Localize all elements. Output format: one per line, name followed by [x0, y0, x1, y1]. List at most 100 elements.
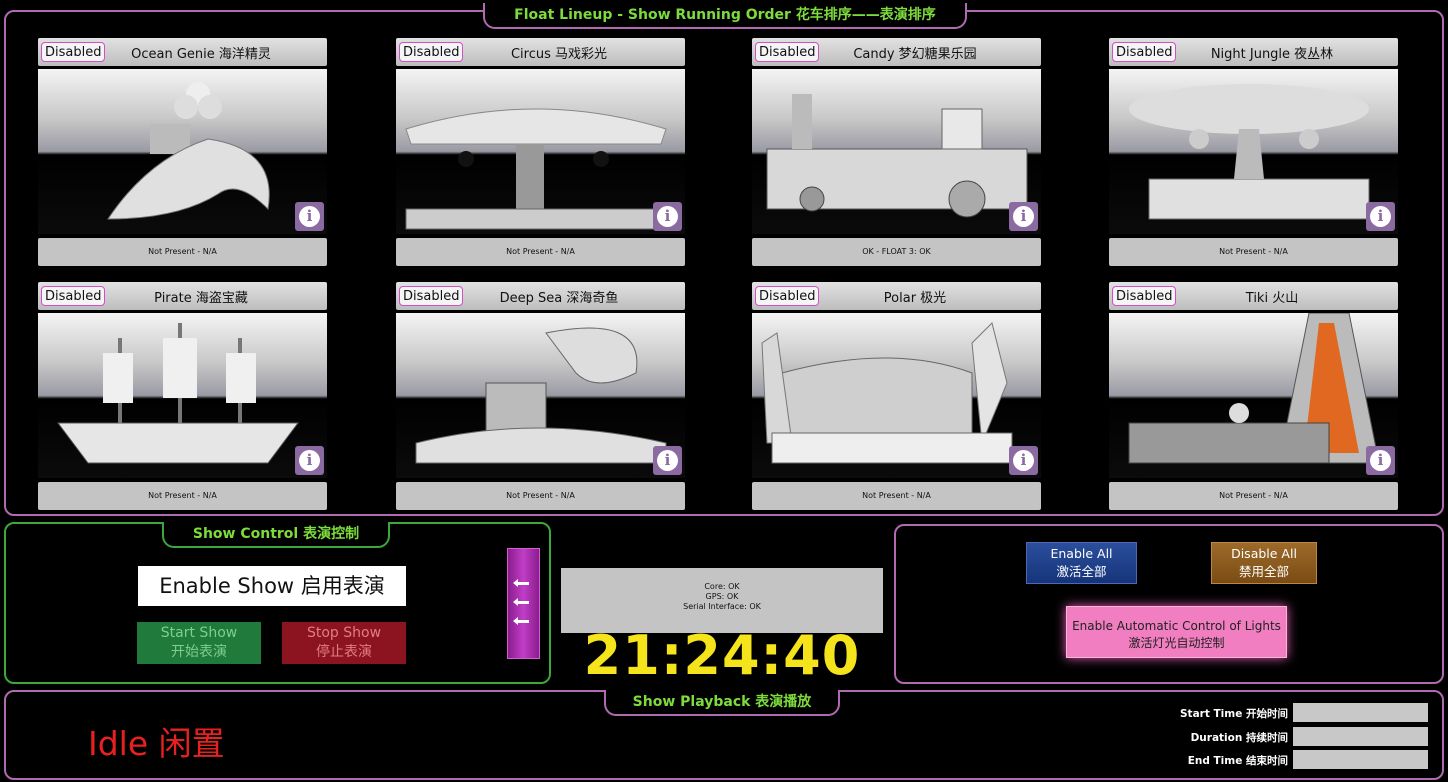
float-lineup-title: Float Lineup - Show Running Order 花车排序——… — [483, 3, 967, 29]
info-button[interactable]: i — [1366, 446, 1395, 475]
float-disabled-toggle[interactable]: Disabled — [41, 42, 105, 62]
float-card-header: Disabled Tiki 火山 — [1109, 282, 1398, 310]
disable-all-button[interactable]: Disable All 禁用全部 — [1211, 542, 1317, 584]
float-disabled-toggle[interactable]: Disabled — [399, 42, 463, 62]
info-button[interactable]: i — [1009, 446, 1038, 475]
float-disabled-toggle[interactable]: Disabled — [399, 286, 463, 306]
auto-lights-label: Enable Automatic Control of Lights — [1072, 619, 1281, 633]
float-image: i — [38, 69, 327, 234]
end-time-field — [1293, 750, 1428, 769]
float-image: i — [1109, 313, 1398, 478]
float-image: i — [396, 313, 685, 478]
float-illustration — [405, 108, 677, 230]
lights-control-panel — [894, 524, 1444, 684]
float-name: Deep Sea 深海奇鱼 — [499, 290, 619, 306]
float-disabled-toggle[interactable]: Disabled — [755, 286, 819, 306]
float-card-header: Disabled Night Jungle 夜丛林 — [1109, 38, 1398, 66]
float-status: Not Present - N/A — [1109, 482, 1398, 510]
start-time-label: Start Time 开始时间 — [1180, 708, 1288, 720]
float-status: Not Present - N/A — [38, 238, 327, 266]
start-show-label-cn: 开始表演 — [171, 644, 227, 660]
info-button[interactable]: i — [653, 446, 682, 475]
info-icon: i — [657, 206, 678, 227]
enable-all-label: Enable All — [1050, 546, 1113, 561]
float-image: i — [752, 69, 1041, 234]
info-icon: i — [299, 450, 320, 471]
float-disabled-toggle[interactable]: Disabled — [41, 286, 105, 306]
info-button[interactable]: i — [295, 202, 324, 231]
disable-all-label-cn: 禁用全部 — [1238, 564, 1289, 579]
status-gps: GPS: OK — [705, 592, 739, 601]
duration-field — [1293, 727, 1428, 746]
float-name: Circus 马戏彩光 — [510, 46, 608, 62]
float-name: Polar 极光 — [883, 290, 947, 306]
float-image: i — [1109, 69, 1398, 234]
pointer-icon — [1082, 598, 1094, 606]
float-image: i — [752, 313, 1041, 478]
float-card-header: Disabled Pirate 海盗宝藏 — [38, 282, 327, 310]
playback-state: Idle 闲置 — [88, 724, 225, 763]
show-playback-title: Show Playback 表演播放 — [604, 690, 840, 716]
info-button[interactable]: i — [1366, 202, 1395, 231]
status-serial: Serial Interface: OK — [683, 602, 761, 611]
float-name: Tiki 火山 — [1245, 290, 1299, 306]
status-core: Core: OK — [704, 582, 740, 591]
float-status: OK - FLOAT 3: OK — [752, 238, 1041, 266]
float-image: i — [396, 69, 685, 234]
float-disabled-toggle[interactable]: Disabled — [755, 42, 819, 62]
float-status: Not Present - N/A — [1109, 238, 1398, 266]
left-arrow-icon — [513, 617, 529, 625]
stop-show-button[interactable]: Stop Show 停止表演 — [282, 622, 406, 664]
float-name: Ocean Genie 海洋精灵 — [131, 46, 271, 62]
float-card-header: Disabled Polar 极光 — [752, 282, 1041, 310]
info-icon: i — [299, 206, 320, 227]
clock-display: 21:24:40 — [583, 624, 861, 687]
float-status: Not Present - N/A — [752, 482, 1041, 510]
float-illustration — [766, 94, 1028, 218]
show-control-title: Show Control 表演控制 — [162, 522, 390, 548]
stop-show-label-cn: 停止表演 — [316, 644, 372, 660]
info-button[interactable]: i — [295, 446, 324, 475]
float-illustration — [1129, 84, 1370, 220]
float-disabled-toggle[interactable]: Disabled — [1112, 42, 1176, 62]
float-image: i — [38, 313, 327, 478]
float-illustration — [57, 323, 299, 464]
info-button[interactable]: i — [653, 202, 682, 231]
info-icon: i — [1370, 450, 1391, 471]
info-icon: i — [1013, 206, 1034, 227]
enable-all-button[interactable]: Enable All 激活全部 — [1026, 542, 1137, 584]
info-button[interactable]: i — [1009, 202, 1038, 231]
float-card-header: Disabled Ocean Genie 海洋精灵 — [38, 38, 327, 66]
float-name: Pirate 海盗宝藏 — [154, 290, 248, 306]
stop-show-label: Stop Show — [306, 625, 382, 641]
float-name: Night Jungle 夜丛林 — [1210, 46, 1334, 62]
float-illustration — [415, 327, 667, 464]
start-show-label: Start Show — [160, 625, 238, 641]
float-disabled-toggle[interactable]: Disabled — [1112, 286, 1176, 306]
float-status: Not Present - N/A — [396, 482, 685, 510]
enable-show-button[interactable]: Enable Show 启用表演 — [138, 566, 406, 606]
duration-label: Duration 持续时间 — [1190, 732, 1288, 744]
auto-lights-label-cn: 激活灯光自动控制 — [1128, 636, 1225, 650]
info-icon: i — [1370, 206, 1391, 227]
float-status: Not Present - N/A — [396, 238, 685, 266]
start-show-button[interactable]: Start Show 开始表演 — [137, 622, 261, 664]
float-card-header: Disabled Circus 马戏彩光 — [396, 38, 685, 66]
float-status: Not Present - N/A — [38, 482, 327, 510]
end-time-label: End Time 结束时间 — [1187, 755, 1288, 767]
info-icon: i — [1013, 450, 1034, 471]
float-name: Candy 梦幻糖果乐园 — [853, 46, 977, 62]
float-illustration — [1128, 313, 1380, 464]
float-card-header: Disabled Deep Sea 深海奇鱼 — [396, 282, 685, 310]
float-card-header: Disabled Candy 梦幻糖果乐园 — [752, 38, 1041, 66]
float-illustration — [761, 322, 1013, 464]
info-icon: i — [657, 450, 678, 471]
start-time-field — [1293, 703, 1428, 722]
left-arrow-icon — [513, 598, 529, 606]
float-illustration — [107, 82, 270, 220]
enable-all-label-cn: 激活全部 — [1056, 564, 1107, 579]
left-arrow-icon — [513, 579, 529, 587]
purple-scroll-handle[interactable] — [507, 548, 540, 659]
disable-all-label: Disable All — [1231, 546, 1297, 561]
auto-lights-button[interactable]: Enable Automatic Control of Lights 激活灯光自… — [1066, 606, 1287, 658]
